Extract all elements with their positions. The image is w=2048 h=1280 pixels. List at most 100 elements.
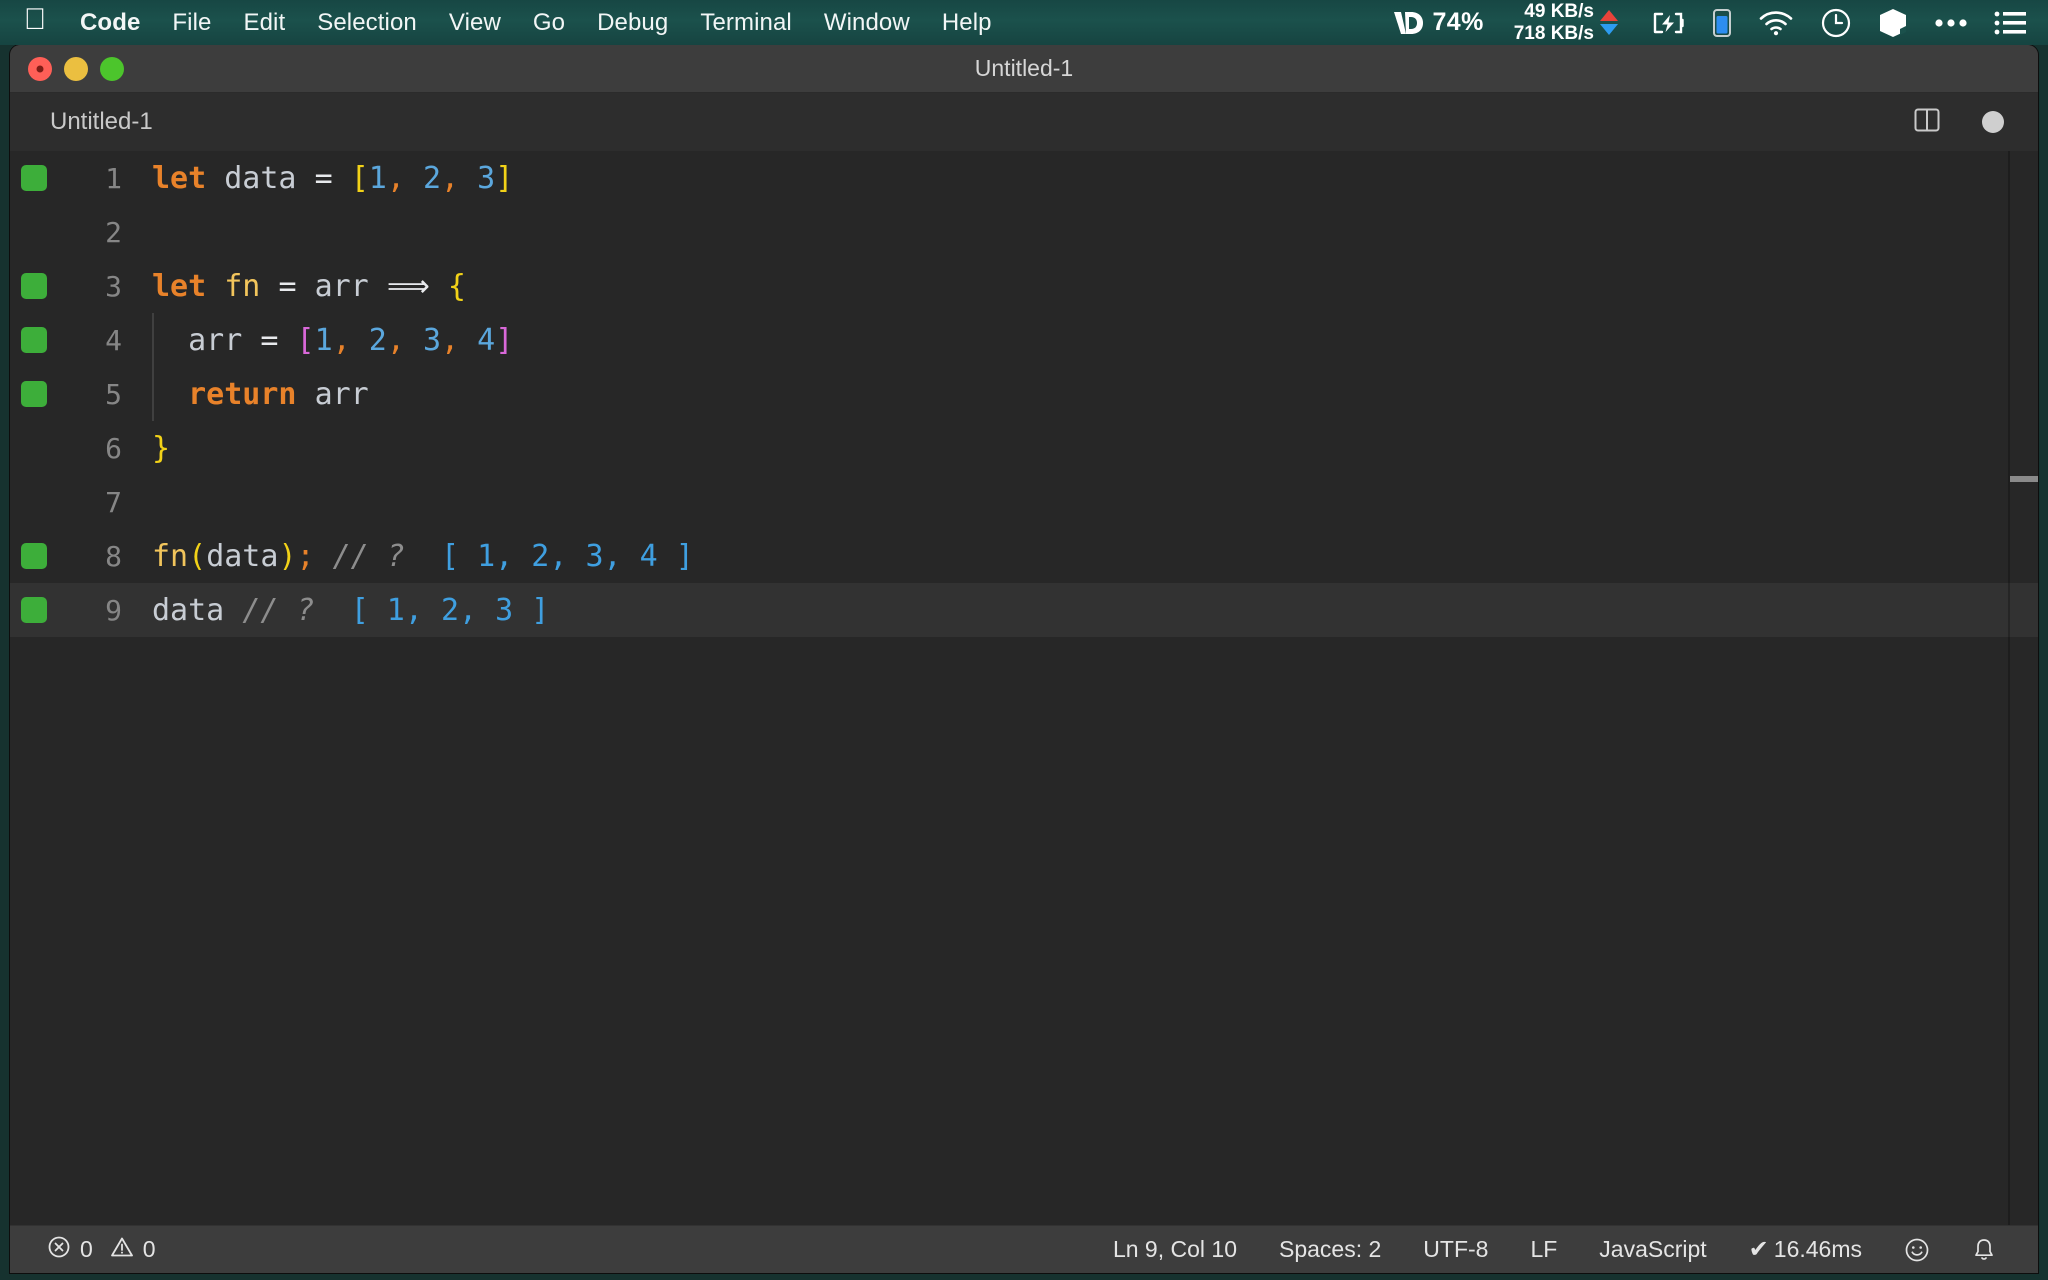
code-token — [297, 161, 315, 196]
ellipsis-icon[interactable] — [1934, 17, 1968, 29]
code-token: } — [152, 431, 170, 466]
live-status-square-icon — [21, 327, 47, 353]
split-editor-icon[interactable] — [1912, 105, 1942, 140]
code-line[interactable]: 5 return arr — [10, 367, 2038, 421]
code-token — [430, 269, 448, 304]
code-token: , — [387, 323, 405, 358]
code-token: 4 — [477, 323, 495, 358]
code-token: ] — [495, 161, 513, 196]
code-token: arr — [315, 269, 369, 304]
network-upload-speed: 49 KB/s — [1524, 1, 1594, 22]
status-bar-left: 0 0 — [10, 1235, 167, 1265]
cursor-position-item[interactable]: Ln 9, Col 10 — [1097, 1236, 1253, 1263]
gutter-live-indicator — [10, 273, 58, 299]
code-editor[interactable]: 1let data = [1, 2, 3]23let fn = arr ⟹ {4… — [10, 151, 2038, 1229]
menu-bar-status-items: 74% 49 KB/s 718 KB/s — [1392, 1, 2048, 44]
menu-item-edit[interactable]: Edit — [227, 7, 301, 39]
line-number: 5 — [58, 378, 130, 411]
menu-item-terminal[interactable]: Terminal — [684, 7, 808, 39]
unsaved-dot-indicator[interactable] — [1982, 111, 2004, 133]
menu-bar-items:  Code File Edit Selection View Go Debug… — [0, 7, 1008, 39]
run-time-item[interactable]: ✔ 16.46ms — [1733, 1235, 1878, 1264]
box-icon[interactable] — [1878, 7, 1908, 39]
battery-level-icon[interactable] — [1712, 8, 1732, 38]
code-token: , — [441, 161, 459, 196]
code-token: [ — [351, 161, 369, 196]
code-line[interactable]: 7 — [10, 475, 2038, 529]
vpn-percent-label: 74% — [1432, 8, 1483, 37]
status-bar-right: Ln 9, Col 10 Spaces: 2 UTF-8 LF JavaScri… — [1097, 1235, 2038, 1264]
vd-logo-icon — [1392, 9, 1424, 37]
line-number: 9 — [58, 594, 130, 627]
code-token — [459, 161, 477, 196]
indentation-item[interactable]: Spaces: 2 — [1263, 1236, 1397, 1263]
code-token: { — [448, 269, 466, 304]
clock-icon[interactable] — [1820, 7, 1852, 39]
tab-untitled-1[interactable]: Untitled-1 — [10, 93, 181, 151]
overview-ruler[interactable] — [2010, 151, 2038, 1229]
encoding-item[interactable]: UTF-8 — [1407, 1236, 1504, 1263]
code-token: ( — [188, 539, 206, 574]
window-title: Untitled-1 — [10, 55, 2038, 82]
code-token: , — [387, 161, 405, 196]
code-token: = — [278, 269, 296, 304]
code-line[interactable]: 9data // ? [ 1, 2, 3 ] — [10, 583, 2038, 637]
menu-item-selection[interactable]: Selection — [301, 7, 433, 39]
menu-item-code[interactable]: Code — [64, 7, 156, 39]
menu-item-go[interactable]: Go — [517, 7, 581, 39]
warning-count: 0 — [143, 1236, 156, 1263]
live-status-square-icon — [21, 273, 47, 299]
notifications-bell-icon[interactable] — [1956, 1237, 2012, 1263]
code-token: , — [441, 323, 459, 358]
code-token: ; — [297, 539, 315, 574]
code-token: arr — [188, 323, 242, 358]
apple-logo-icon[interactable]:  — [22, 5, 48, 35]
code-line[interactable]: 2 — [10, 205, 2038, 259]
warning-icon — [110, 1235, 134, 1265]
window-title-bar: Untitled-1 — [10, 45, 2038, 93]
menu-item-debug[interactable]: Debug — [581, 7, 684, 39]
code-line[interactable]: 1let data = [1, 2, 3] — [10, 151, 2038, 205]
code-token: return — [188, 377, 296, 412]
code-token: 2 — [369, 323, 387, 358]
battery-charging-icon[interactable] — [1652, 11, 1686, 35]
menu-item-help[interactable]: Help — [926, 7, 1008, 39]
problems-status-item[interactable]: 0 0 — [36, 1235, 167, 1265]
code-token: 1 — [369, 161, 387, 196]
live-status-square-icon — [21, 543, 47, 569]
code-token: let — [152, 269, 206, 304]
menu-item-file[interactable]: File — [156, 7, 227, 39]
code-token: // ? — [333, 539, 405, 574]
code-token: ] — [495, 323, 513, 358]
line-number: 8 — [58, 540, 130, 573]
eol-item[interactable]: LF — [1514, 1236, 1573, 1263]
code-token — [405, 539, 441, 574]
editor-actions — [1912, 105, 2038, 140]
code-token — [278, 323, 296, 358]
code-line[interactable]: 3let fn = arr ⟹ { — [10, 259, 2038, 313]
menu-item-window[interactable]: Window — [808, 7, 926, 39]
code-line[interactable]: 4 arr = [1, 2, 3, 4] — [10, 313, 2038, 367]
menu-item-view[interactable]: View — [433, 7, 517, 39]
code-token: , — [333, 323, 351, 358]
code-token — [206, 269, 224, 304]
line-content: } — [130, 431, 170, 466]
wifi-icon[interactable] — [1758, 10, 1794, 36]
feedback-smiley-icon[interactable] — [1888, 1237, 1946, 1263]
list-icon[interactable] — [1994, 10, 2026, 36]
macos-menu-bar:  Code File Edit Selection View Go Debug… — [0, 0, 2048, 45]
code-token — [405, 161, 423, 196]
network-speed-item[interactable]: 49 KB/s 718 KB/s — [1514, 1, 1618, 44]
code-token — [405, 323, 423, 358]
overview-ruler-marker — [2010, 476, 2038, 482]
gutter-live-indicator — [10, 597, 58, 623]
network-download-speed: 718 KB/s — [1514, 23, 1594, 44]
vpn-status-item[interactable]: 74% — [1392, 8, 1483, 37]
language-mode-item[interactable]: JavaScript — [1583, 1236, 1722, 1263]
status-bar: 0 0 Ln 9, Col 10 Spaces: 2 UTF-8 LF Java… — [10, 1225, 2038, 1273]
code-token: fn — [224, 269, 260, 304]
line-content: return arr — [130, 377, 369, 412]
code-line[interactable]: 8fn(data); // ? [ 1, 2, 3, 4 ] — [10, 529, 2038, 583]
code-line[interactable]: 6} — [10, 421, 2038, 475]
code-token: arr — [315, 377, 369, 412]
